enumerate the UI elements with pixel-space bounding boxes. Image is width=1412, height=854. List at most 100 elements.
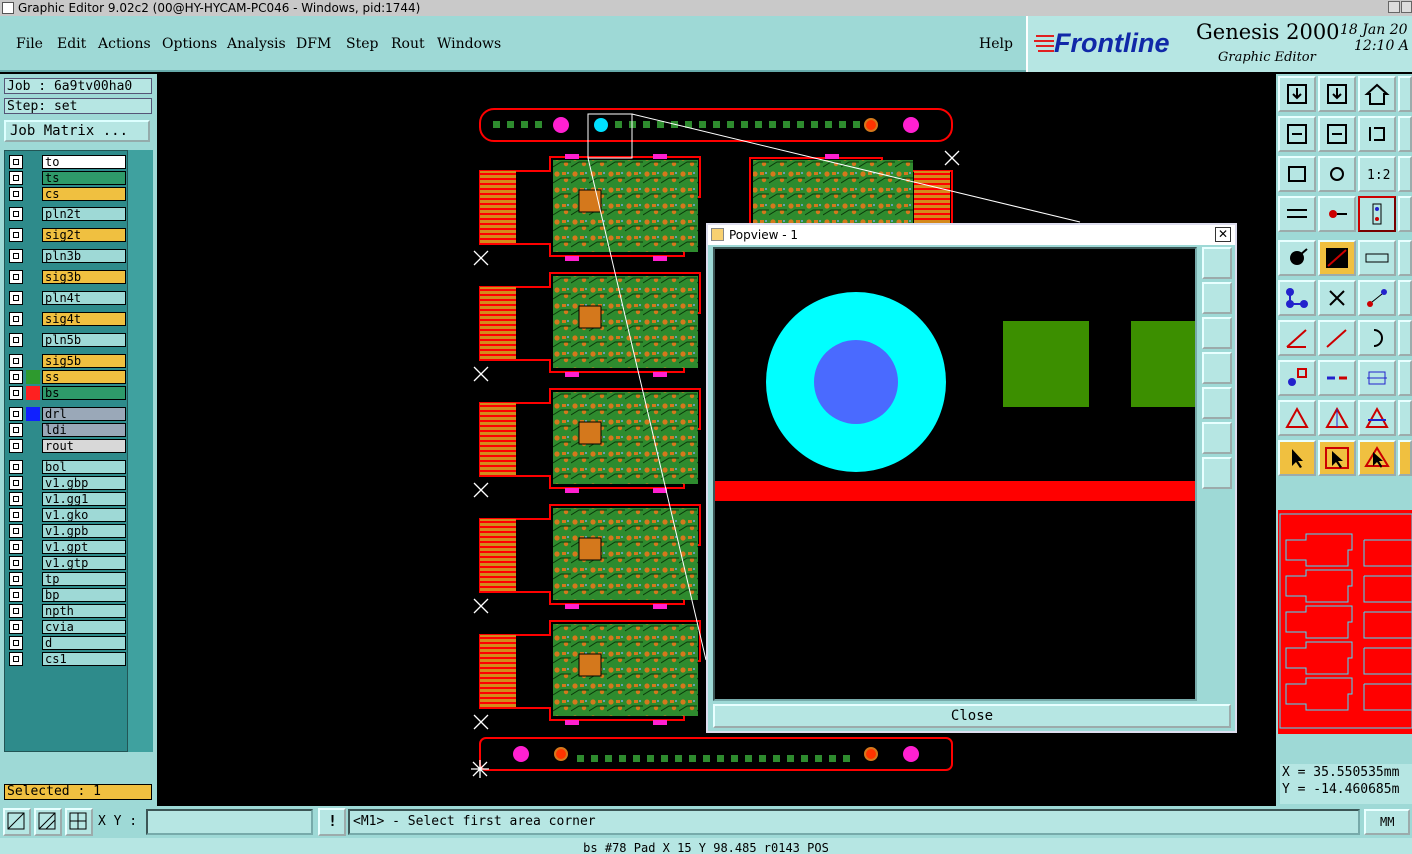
layer-row-v1-gpb[interactable]: v1.gpb <box>7 524 127 538</box>
layer-name[interactable]: ts <box>42 171 126 185</box>
layer-color-swatch[interactable] <box>26 439 40 453</box>
layer-color-swatch[interactable] <box>26 354 40 368</box>
resize-tool[interactable] <box>1358 360 1396 396</box>
layer-color-swatch[interactable] <box>26 572 40 586</box>
layer-name[interactable]: rout <box>42 439 126 453</box>
layer-checkbox[interactable] <box>9 249 23 263</box>
layer-name[interactable]: v1.gpt <box>42 540 126 554</box>
line-tool[interactable] <box>1318 240 1356 276</box>
edit-tool-extra-2[interactable] <box>1398 280 1412 316</box>
maximize-button[interactable] <box>1401 1 1412 13</box>
edit-tool-extra-5[interactable] <box>1398 400 1412 436</box>
layer-checkbox[interactable] <box>9 540 23 554</box>
layer-checkbox[interactable] <box>9 155 23 169</box>
connect-tool[interactable] <box>1278 280 1316 316</box>
layer-color-swatch[interactable] <box>26 556 40 570</box>
view-tool-extra-3[interactable] <box>1398 156 1412 192</box>
layer-row-tp[interactable]: tp <box>7 572 127 586</box>
layer-color-swatch[interactable] <box>26 312 40 326</box>
layer-row-bs[interactable]: bs <box>7 386 127 400</box>
layer-name[interactable]: cs1 <box>42 652 126 666</box>
layer-row-drl[interactable]: drl <box>7 407 127 421</box>
zoom-center-tool[interactable] <box>1318 156 1356 192</box>
layer-name[interactable]: v1.gtp <box>42 556 126 570</box>
menu-analysis[interactable]: Analysis <box>227 36 286 52</box>
layer-color-swatch[interactable] <box>26 370 40 384</box>
layer-checkbox[interactable] <box>9 423 23 437</box>
layer-row-v1-gpt[interactable]: v1.gpt <box>7 540 127 554</box>
layer-checkbox[interactable] <box>9 171 23 185</box>
layer-checkbox[interactable] <box>9 386 23 400</box>
popview-close-button[interactable]: Close <box>713 704 1231 728</box>
menu-edit[interactable]: Edit <box>57 36 86 52</box>
pad-tool[interactable] <box>1278 240 1316 276</box>
popview-zoom-home[interactable] <box>1202 282 1232 314</box>
layer-row-ts[interactable]: ts <box>7 171 127 185</box>
menu-options[interactable]: Options <box>162 36 217 52</box>
layer-list-scrollbar[interactable] <box>128 150 153 752</box>
layer-row-v1-gtp[interactable]: v1.gtp <box>7 556 127 570</box>
layer-color-swatch[interactable] <box>26 171 40 185</box>
layer-color-swatch[interactable] <box>26 407 40 421</box>
select-pointer-tool[interactable] <box>1278 440 1316 476</box>
cross-tool[interactable] <box>1318 280 1356 316</box>
edit-tool-extra-3[interactable] <box>1398 320 1412 356</box>
surface-tool[interactable] <box>1358 400 1396 436</box>
layer-checkbox[interactable] <box>9 476 23 490</box>
layer-checkbox[interactable] <box>9 187 23 201</box>
layer-color-swatch[interactable] <box>26 423 40 437</box>
layer-name[interactable]: sig4t <box>42 312 126 326</box>
layer-color-swatch[interactable] <box>26 476 40 490</box>
layer-checkbox[interactable] <box>9 370 23 384</box>
menu-dfm[interactable]: DFM <box>296 36 331 52</box>
layer-checkbox[interactable] <box>9 460 23 474</box>
layer-name[interactable]: sig2t <box>42 228 126 242</box>
move-tool[interactable] <box>1358 280 1396 316</box>
layer-checkbox[interactable] <box>9 354 23 368</box>
minimize-button[interactable] <box>1388 1 1400 13</box>
layer-name[interactable]: sig3b <box>42 270 126 284</box>
edit-tool-extra-6[interactable] <box>1398 440 1412 476</box>
layer-row-pln5b[interactable]: pln5b <box>7 333 127 347</box>
layer-row-cs[interactable]: cs <box>7 187 127 201</box>
center-mode-icon[interactable] <box>65 808 93 836</box>
layer-name[interactable]: v1.gbp <box>42 476 126 490</box>
layer-color-swatch[interactable] <box>26 228 40 242</box>
zoom-down-tool[interactable] <box>1318 76 1356 112</box>
layer-compare-tool[interactable] <box>1358 196 1396 232</box>
select-poly-tool[interactable] <box>1358 440 1396 476</box>
zoom-fit-tool[interactable] <box>1278 156 1316 192</box>
layer-name[interactable]: sig5b <box>42 354 126 368</box>
layer-row-to[interactable]: to <box>7 155 127 169</box>
layer-name[interactable]: ss <box>42 370 126 384</box>
layer-color-swatch[interactable] <box>26 492 40 506</box>
ruler-tool[interactable] <box>1358 240 1396 276</box>
layer-checkbox[interactable] <box>9 439 23 453</box>
layer-checkbox[interactable] <box>9 620 23 634</box>
layer-color-swatch[interactable] <box>26 652 40 666</box>
layer-name[interactable]: bp <box>42 588 126 602</box>
layer-checkbox[interactable] <box>9 407 23 421</box>
layer-name[interactable]: npth <box>42 604 126 618</box>
layer-row-sig4t[interactable]: sig4t <box>7 312 127 326</box>
layer-name[interactable]: cvia <box>42 620 126 634</box>
layer-row-sig5b[interactable]: sig5b <box>7 354 127 368</box>
layer-row-v1-gko[interactable]: v1.gko <box>7 508 127 522</box>
popview-zoom-right[interactable] <box>1202 387 1232 419</box>
layer-checkbox[interactable] <box>9 604 23 618</box>
layer-row-v1-gbp[interactable]: v1.gbp <box>7 476 127 490</box>
layer-name[interactable]: to <box>42 155 126 169</box>
home-tool[interactable] <box>1358 76 1396 112</box>
view-tool-extra[interactable] <box>1398 76 1412 112</box>
menu-help[interactable]: Help <box>979 36 1013 52</box>
layer-row-pln2t[interactable]: pln2t <box>7 207 127 221</box>
layer-row-npth[interactable]: npth <box>7 604 127 618</box>
layer-row-rout[interactable]: rout <box>7 439 127 453</box>
popview-tool-1[interactable] <box>1202 247 1232 279</box>
layer-color-swatch[interactable] <box>26 333 40 347</box>
layer-checkbox[interactable] <box>9 524 23 538</box>
popview-close-icon[interactable]: ✕ <box>1215 227 1231 242</box>
layer-checkbox[interactable] <box>9 508 23 522</box>
layer-row-sig2t[interactable]: sig2t <box>7 228 127 242</box>
layer-color-swatch[interactable] <box>26 588 40 602</box>
